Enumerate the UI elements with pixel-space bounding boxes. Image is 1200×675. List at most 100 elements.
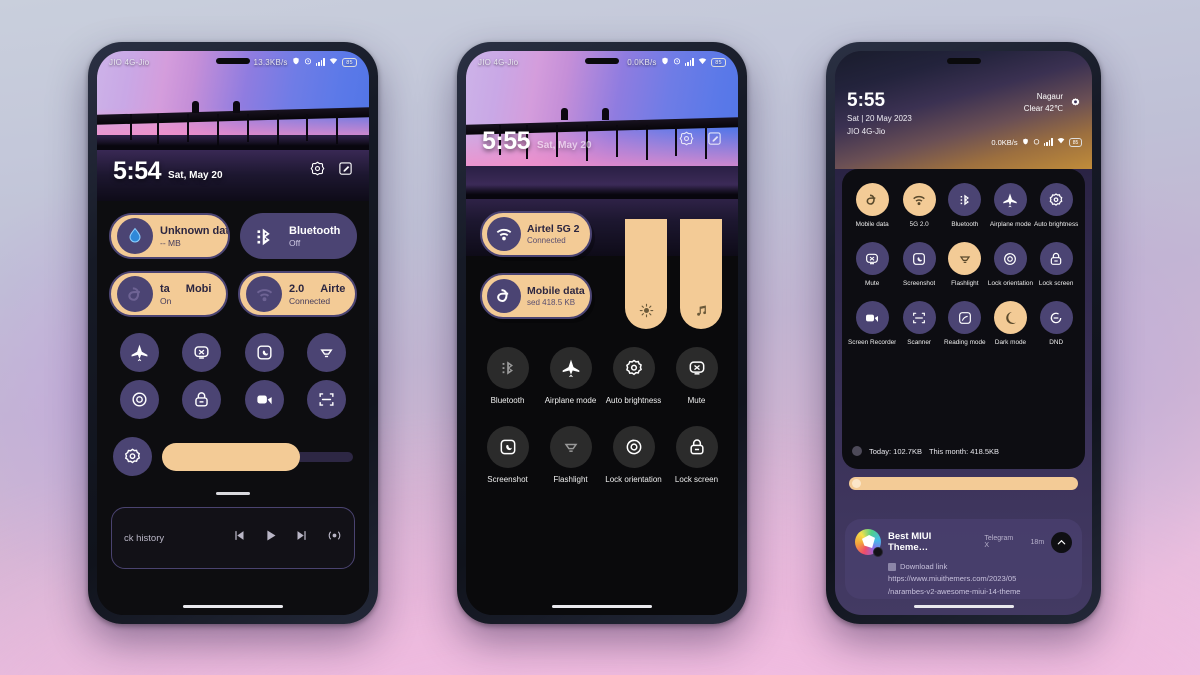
phone-3-home-indicator[interactable] bbox=[913, 605, 1014, 608]
tile-label: Airplane mode bbox=[544, 396, 597, 405]
notification-time: 18m bbox=[1030, 538, 1045, 546]
auto-brightness-icon bbox=[612, 347, 655, 389]
tile-label: 5G 2.0 bbox=[909, 221, 929, 228]
gear-icon[interactable] bbox=[1069, 95, 1082, 113]
battery-indicator: 85 bbox=[342, 57, 357, 67]
tile-mobile-data[interactable]: ta Mobi On bbox=[109, 271, 228, 317]
tile-airplane-mode[interactable]: Airplane mode bbox=[988, 183, 1034, 228]
tile-screenshot[interactable]: Screenshot bbox=[896, 242, 942, 287]
camera-shortcut-icon[interactable] bbox=[679, 131, 694, 151]
dark-mode-icon bbox=[993, 301, 1027, 334]
tile-flashlight[interactable]: Flashlight bbox=[942, 242, 988, 287]
alarm-icon bbox=[673, 57, 681, 67]
tile-auto-brightness[interactable]: Auto brightness bbox=[1033, 183, 1079, 228]
tile-lock-screen[interactable]: Lock screen bbox=[665, 425, 728, 485]
tile-scanner[interactable]: Scanner bbox=[896, 301, 942, 346]
signal-bars-icon bbox=[684, 58, 694, 66]
mobile-data-icon bbox=[855, 183, 889, 216]
tile-airplane-mode[interactable] bbox=[119, 333, 159, 372]
tile-mobile-data[interactable]: Mobile data sed 418.5 KB bbox=[480, 273, 592, 319]
next-icon[interactable] bbox=[295, 528, 310, 548]
weather-city: Nagaur bbox=[1036, 92, 1063, 101]
phone-1-screen: JIO 4G-Jio 13.3KB/s 85 5:54 Sat, May 20 bbox=[97, 51, 369, 615]
screen-recorder-icon bbox=[855, 301, 889, 334]
music-note-icon bbox=[696, 305, 706, 316]
tile-title: Bluetooth bbox=[289, 224, 341, 237]
notification-card[interactable]: Best MIUI Theme… Telegram X 18m Download… bbox=[845, 519, 1082, 599]
lockscreen-clock: 5:54 Sat, May 20 bbox=[97, 159, 369, 184]
header-weather-block[interactable]: Nagaur Clear 42℃ bbox=[1024, 91, 1082, 114]
lock-screen-icon bbox=[1039, 242, 1073, 275]
tile-5g-2-0[interactable]: 5G 2.0 bbox=[896, 183, 942, 228]
mute-icon bbox=[194, 346, 209, 359]
tile-airplane-mode[interactable]: Airplane mode bbox=[539, 347, 602, 406]
tile-scanner[interactable] bbox=[307, 380, 347, 419]
tile-screenshot[interactable]: Screenshot bbox=[476, 425, 539, 485]
tile-label: Bluetooth bbox=[490, 396, 525, 405]
phone-2-home-indicator[interactable] bbox=[552, 605, 652, 608]
wifi-icon bbox=[698, 57, 707, 68]
tile-mute[interactable]: Mute bbox=[665, 347, 728, 406]
tile-mute[interactable]: Mute bbox=[848, 242, 896, 287]
screenshot-icon bbox=[257, 345, 272, 360]
tile-dark-mode[interactable]: Dark mode bbox=[988, 301, 1034, 346]
shield-icon bbox=[1022, 138, 1029, 147]
notification-url-line-1: https://www.miuithemers.com/2023/05 bbox=[888, 574, 1017, 584]
notes-shortcut-icon[interactable] bbox=[707, 131, 722, 151]
tile-bluetooth[interactable]: Bluetooth Off bbox=[240, 213, 357, 259]
tile-lock-orientation[interactable]: Lock orientation bbox=[602, 425, 665, 485]
phone-1: JIO 4G-Jio 13.3KB/s 85 5:54 Sat, May 20 bbox=[88, 42, 378, 624]
auto-brightness-icon[interactable] bbox=[113, 437, 152, 476]
tile-wifi-5g[interactable]: 2.0 Airte Connected bbox=[238, 271, 357, 317]
flashlight-icon bbox=[948, 242, 982, 275]
tile-screen-recorder[interactable]: Screen Recorder bbox=[848, 301, 896, 346]
tile-dnd[interactable]: DND bbox=[1033, 301, 1079, 346]
tile-reading-mode[interactable]: Reading mode bbox=[942, 301, 988, 346]
tile-data-usage[interactable]: Unknown data p -- MB bbox=[109, 213, 230, 259]
tile-screenshot[interactable] bbox=[244, 333, 284, 372]
status-network-speed: 13.3KB/s bbox=[253, 57, 288, 67]
brightness-slider[interactable] bbox=[849, 477, 1078, 490]
chevron-up-icon[interactable] bbox=[1051, 531, 1072, 553]
phone-1-home-indicator[interactable] bbox=[183, 605, 283, 608]
tile-flashlight[interactable] bbox=[307, 333, 347, 372]
tile-label: Airplane mode bbox=[989, 221, 1032, 228]
tile-lock-screen[interactable]: Lock screen bbox=[1033, 242, 1079, 287]
camera-shortcut-icon[interactable] bbox=[310, 161, 325, 181]
tile-label: Flashlight bbox=[951, 280, 979, 287]
play-icon[interactable] bbox=[263, 528, 278, 548]
tile-bluetooth[interactable]: Bluetooth bbox=[476, 347, 539, 406]
tile-lock-orientation[interactable]: Lock orientation bbox=[988, 242, 1034, 287]
phone-3-notch bbox=[946, 58, 981, 64]
tile-label: Lock screen bbox=[1038, 280, 1074, 287]
data-usage-bar[interactable]: Today: 102.7KB This month: 418.5KB bbox=[852, 442, 1075, 460]
tile-title: Airtel 5G 2 bbox=[527, 223, 580, 235]
lock-orientation-icon bbox=[612, 425, 655, 468]
brightness-slider[interactable] bbox=[625, 219, 667, 329]
status-carrier: JIO 4G-Jio bbox=[847, 127, 886, 136]
tile-mute[interactable] bbox=[182, 333, 222, 372]
tile-flashlight[interactable]: Flashlight bbox=[539, 425, 602, 485]
tile-wifi-5g[interactable]: Airtel 5G 2 Connected bbox=[480, 211, 592, 257]
tile-lock-screen[interactable] bbox=[182, 380, 222, 419]
brightness-slider[interactable] bbox=[162, 442, 353, 471]
tile-lock-orientation[interactable] bbox=[119, 380, 159, 419]
tile-bluetooth[interactable]: Bluetooth bbox=[942, 183, 988, 228]
notes-shortcut-icon[interactable] bbox=[338, 161, 353, 181]
phone-2: JIO 4G-Jio 0.0KB/s 85 5:55 Sat, May 20 A… bbox=[457, 42, 747, 624]
tile-subtitle: Connected bbox=[527, 236, 566, 245]
cast-icon[interactable] bbox=[327, 528, 342, 548]
previous-icon[interactable] bbox=[231, 528, 246, 548]
tile-mobile-data[interactable]: Mobile data bbox=[848, 183, 896, 228]
tile-label: DND bbox=[1049, 339, 1064, 346]
tile-auto-brightness[interactable]: Auto brightness bbox=[602, 347, 665, 406]
tile-screen-recorder[interactable] bbox=[244, 380, 284, 419]
volume-slider[interactable] bbox=[680, 219, 722, 329]
tile-label: Lock screen bbox=[674, 474, 719, 484]
auto-brightness-icon bbox=[1039, 183, 1073, 216]
screenshot-icon bbox=[902, 242, 936, 275]
clock-time: 5:54 bbox=[113, 157, 162, 185]
pill-row-1: Unknown data p -- MB Bluetooth Off bbox=[97, 213, 369, 259]
media-player-card[interactable]: ck history bbox=[111, 507, 355, 569]
panel-drag-handle[interactable] bbox=[216, 492, 250, 495]
